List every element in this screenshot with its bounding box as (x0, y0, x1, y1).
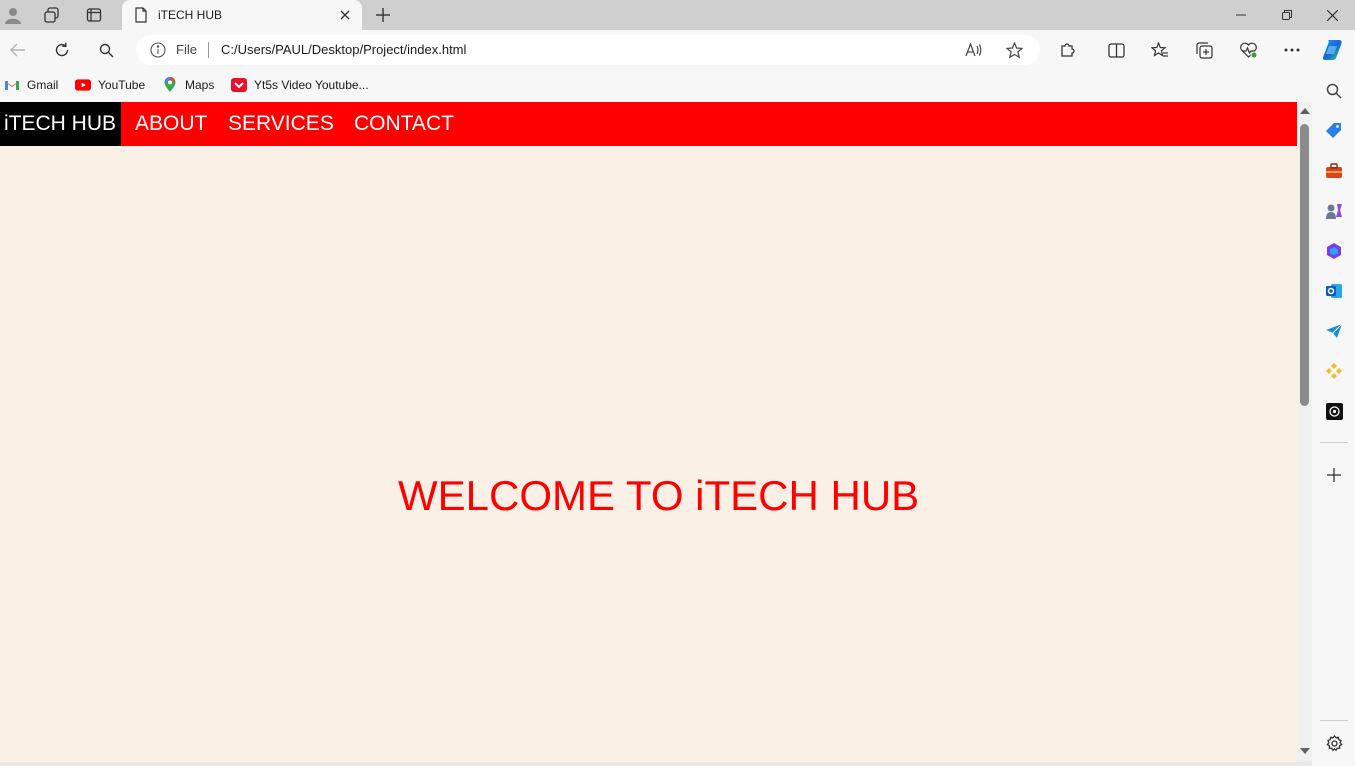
chatgpt-icon[interactable] (1322, 399, 1346, 423)
gmail-icon (4, 77, 20, 93)
info-icon[interactable] (150, 42, 166, 63)
site-navbar: iTECH HUB ABOUT SERVICES CONTACT (0, 102, 1297, 146)
bookmark-maps[interactable]: Maps (162, 76, 214, 94)
close-icon[interactable] (1309, 0, 1355, 30)
bookmark-label: YouTube (98, 78, 146, 92)
outlook-icon[interactable] (1322, 279, 1346, 303)
heart-pulse-icon[interactable] (1235, 38, 1261, 62)
favorites-icon[interactable] (1147, 38, 1173, 62)
divider (208, 42, 209, 58)
plus-icon[interactable] (372, 4, 394, 26)
page-icon (134, 7, 148, 28)
tab-title: iTECH HUB (158, 8, 223, 22)
scroll-down-arrow-icon[interactable] (1300, 748, 1310, 754)
split-screen-icon[interactable] (1103, 38, 1129, 62)
active-tab[interactable]: iTECH HUB (122, 0, 362, 30)
bookmarks-bar: Gmail YouTube Maps Yt5s Video Youtube... (0, 70, 1312, 100)
send-icon[interactable] (1322, 319, 1346, 343)
bookmark-label: Maps (185, 78, 215, 92)
address-bar[interactable]: File C:/Users/PAUL/Desktop/Project/index… (136, 35, 1040, 65)
bookmark-youtube[interactable]: YouTube (75, 76, 145, 94)
collections-icon[interactable] (1191, 38, 1217, 62)
tag-icon[interactable] (1322, 119, 1346, 143)
yt5s-icon (231, 77, 247, 93)
more-icon[interactable] (1279, 38, 1305, 62)
copilot-icon[interactable] (1320, 37, 1346, 63)
office-icon[interactable] (1322, 239, 1346, 263)
binance-icon[interactable] (1322, 359, 1346, 383)
sidebar-divider (1320, 720, 1348, 721)
puzzle-icon[interactable] (1054, 38, 1080, 62)
settings-icon[interactable] (1322, 731, 1346, 755)
navigation-bar: File C:/Users/PAUL/Desktop/Project/index… (0, 30, 1355, 70)
scheme-label: File (176, 42, 197, 57)
page-scrollbar[interactable] (1297, 102, 1312, 762)
browser-window: iTECH HUB File C:/Users/PAUL/Desktop/Pro… (0, 0, 1355, 766)
scroll-thumb[interactable] (1300, 124, 1309, 406)
toolbox-icon[interactable] (1322, 159, 1346, 183)
sidebar-divider (1320, 442, 1348, 443)
minimize-icon[interactable] (1218, 0, 1264, 30)
nav-link-services[interactable]: SERVICES (228, 102, 334, 146)
page-viewport: iTECH HUB ABOUT SERVICES CONTACT WELCOME… (0, 102, 1297, 762)
read-aloud-icon[interactable] (963, 40, 985, 60)
refresh-icon[interactable] (49, 38, 75, 62)
youtube-icon (75, 77, 91, 93)
bookmark-yt5s[interactable]: Yt5s Video Youtube... (231, 76, 369, 94)
search-icon[interactable] (1322, 79, 1346, 103)
nav-link-about[interactable]: ABOUT (135, 102, 207, 146)
bookmark-label: Yt5s Video Youtube... (254, 78, 369, 92)
tab-strip: iTECH HUB (0, 0, 1355, 30)
url-text[interactable]: C:/Users/PAUL/Desktop/Project/index.html (221, 42, 466, 57)
site-logo[interactable]: iTECH HUB (0, 102, 121, 146)
workspaces-icon[interactable] (40, 4, 64, 26)
bookmark-gmail[interactable]: Gmail (4, 76, 58, 94)
maps-pin-icon (162, 77, 178, 93)
plus-icon[interactable] (1322, 463, 1346, 487)
nav-link-contact[interactable]: CONTACT (354, 102, 454, 146)
scroll-up-arrow-icon[interactable] (1300, 108, 1310, 114)
back-arrow-icon[interactable] (5, 38, 31, 62)
search-icon[interactable] (93, 38, 119, 62)
close-icon[interactable] (336, 6, 354, 24)
window-bottom-edge (0, 762, 1312, 766)
bookmark-label: Gmail (27, 78, 59, 92)
edge-sidebar (1312, 70, 1355, 766)
welcome-heading: WELCOME TO iTECH HUB (398, 472, 920, 519)
profile-icon[interactable] (1, 4, 25, 26)
restore-icon[interactable] (1264, 0, 1310, 30)
tab-actions-icon[interactable] (82, 4, 106, 26)
games-icon[interactable] (1322, 199, 1346, 223)
star-icon[interactable] (1003, 40, 1025, 60)
